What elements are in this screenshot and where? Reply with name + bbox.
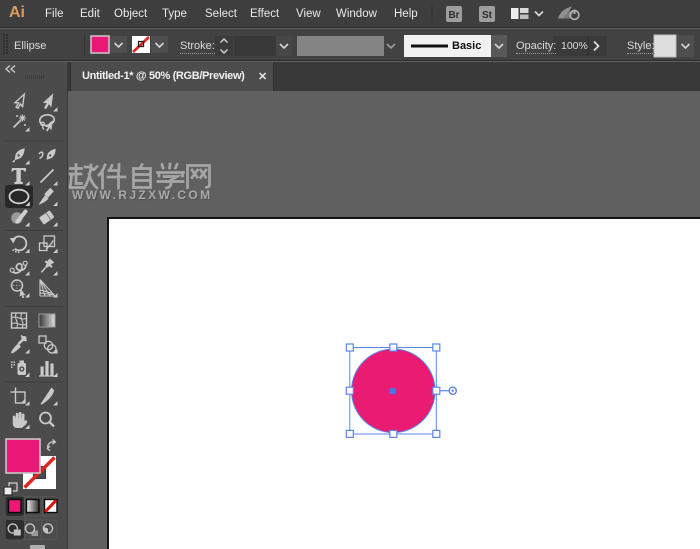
svg-text:St: St bbox=[482, 10, 493, 21]
svg-text:Br: Br bbox=[448, 10, 459, 21]
